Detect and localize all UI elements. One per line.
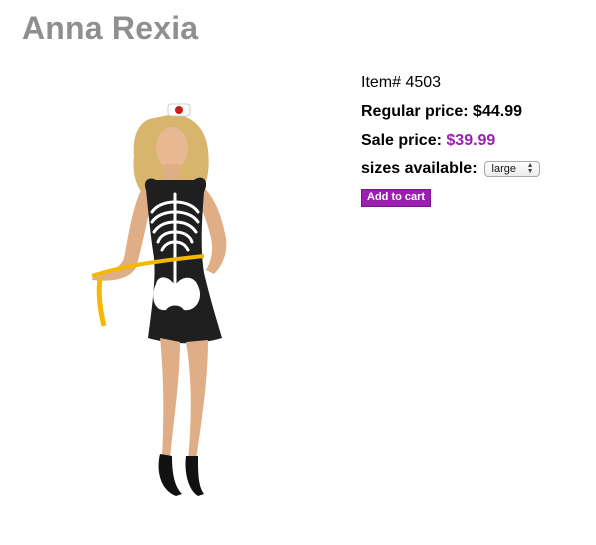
left-shoe (158, 454, 182, 496)
regular-price: Regular price: $44.99 (361, 101, 591, 123)
add-to-cart-button[interactable]: Add to cart (361, 189, 432, 207)
sizes-row: sizes available: large ▲ ▼ (361, 157, 591, 181)
sizes-label: sizes available: (361, 160, 478, 177)
left-leg (160, 338, 180, 458)
select-arrows-icon: ▲ ▼ (526, 162, 534, 175)
regular-price-value: $44.99 (473, 103, 522, 120)
size-select[interactable]: large ▲ ▼ (483, 161, 540, 177)
item-number: Item# 4503 (361, 72, 591, 94)
face (156, 127, 188, 169)
sale-price-value: $39.99 (446, 132, 496, 149)
product-info-panel: Item# 4503 Regular price: $44.99 Sale pr… (361, 72, 591, 207)
sale-price-label: Sale price: (361, 132, 442, 149)
product-title: Anna Rexia (22, 10, 199, 46)
right-leg (186, 340, 208, 460)
sale-price: Sale price: $39.99 (361, 130, 591, 152)
product-photo (91, 103, 227, 496)
right-shoe (185, 456, 204, 496)
item-number-value: 4503 (405, 74, 442, 91)
regular-price-label: Regular price: (361, 103, 469, 120)
size-select-value: large (491, 163, 516, 175)
item-number-label: Item# (361, 74, 402, 91)
